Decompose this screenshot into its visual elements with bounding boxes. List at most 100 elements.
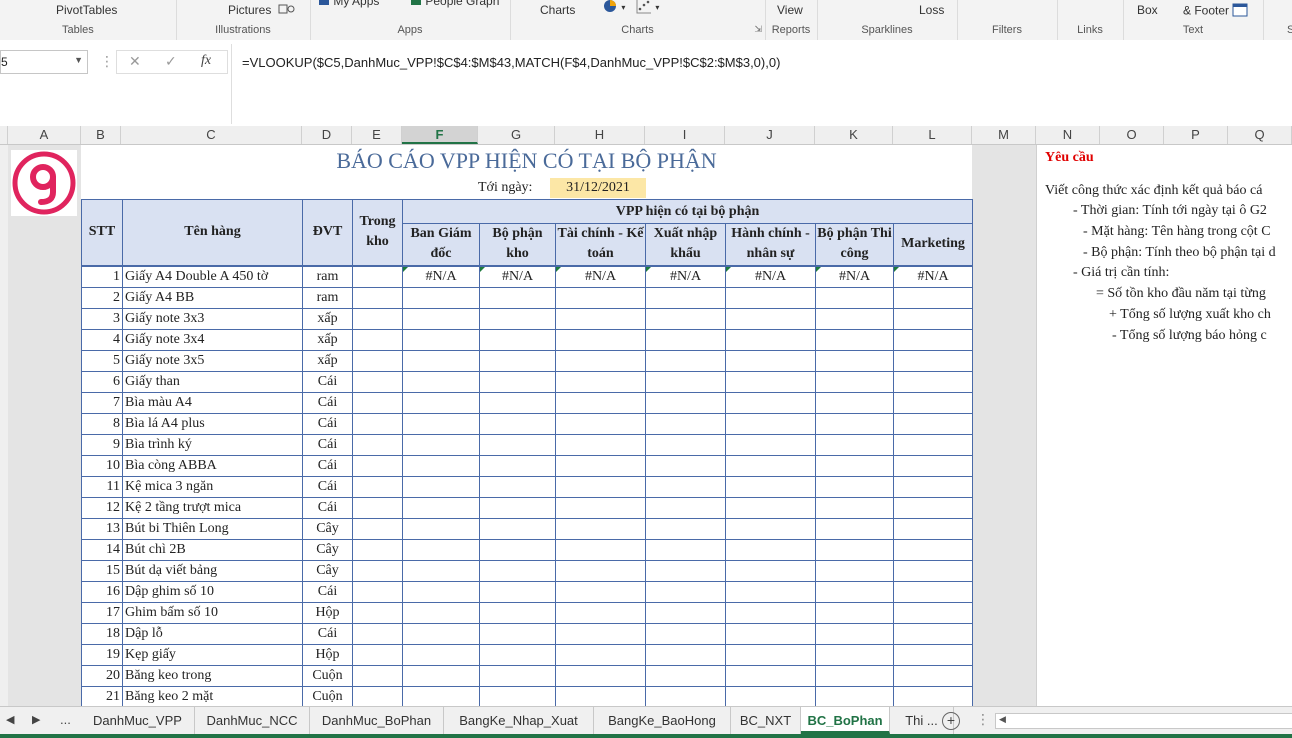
- cell-item-name[interactable]: Kẹp giấy: [122, 643, 303, 666]
- cell-unit[interactable]: xấp: [302, 349, 353, 372]
- cell-stt[interactable]: 12: [81, 496, 123, 519]
- cell-stt[interactable]: 20: [81, 664, 123, 687]
- cell-stt[interactable]: 15: [81, 559, 123, 582]
- sheet-tab[interactable]: BangKe_BaoHong: [594, 707, 731, 734]
- cell-department-value[interactable]: [402, 454, 480, 477]
- cell-department-value[interactable]: #N/A: [725, 265, 816, 288]
- cell-unit[interactable]: Cái: [302, 475, 353, 498]
- cell-department-value[interactable]: [555, 664, 646, 687]
- cell-department-value[interactable]: [479, 580, 556, 603]
- sheet-tab[interactable]: BC_BoPhan: [801, 707, 890, 734]
- cell-department-value[interactable]: [402, 307, 480, 330]
- worksheet[interactable]: BÁO CÁO VPP HIỆN CÓ TẠI BỘ PHẬN Tới ngày…: [8, 145, 1292, 706]
- header-department[interactable]: Bộ phận Thi công: [815, 223, 894, 267]
- cell-department-value[interactable]: [479, 391, 556, 414]
- cell-stock[interactable]: [352, 538, 403, 561]
- cell-department-value[interactable]: [815, 412, 894, 435]
- cell-department-value[interactable]: [479, 454, 556, 477]
- cell-unit[interactable]: Cái: [302, 433, 353, 456]
- cell-department-value[interactable]: [402, 622, 480, 645]
- cell-unit[interactable]: Hộp: [302, 601, 353, 624]
- cell-item-name[interactable]: Ghim bấm số 10: [122, 601, 303, 624]
- cell-department-value[interactable]: [479, 685, 556, 706]
- cell-department-value[interactable]: [725, 370, 816, 393]
- column-header-l[interactable]: L: [893, 126, 972, 144]
- cell-department-value[interactable]: [893, 328, 973, 351]
- cell-department-value[interactable]: [893, 307, 973, 330]
- cell-stt[interactable]: 17: [81, 601, 123, 624]
- cell-unit[interactable]: Cuộn: [302, 664, 353, 687]
- cell-stt[interactable]: 11: [81, 475, 123, 498]
- cell-department-value[interactable]: [815, 349, 894, 372]
- sheet-tab[interactable]: BC_NXT: [731, 707, 801, 734]
- column-header-f[interactable]: F: [402, 126, 478, 144]
- header-name[interactable]: Tên hàng: [122, 199, 303, 267]
- cell-stock[interactable]: [352, 328, 403, 351]
- column-header-b[interactable]: B: [81, 126, 121, 144]
- insert-function-icon[interactable]: fx: [201, 53, 211, 69]
- cell-department-value[interactable]: [645, 517, 726, 540]
- cell-department-value[interactable]: [725, 580, 816, 603]
- cell-department-value[interactable]: [815, 328, 894, 351]
- cell-department-value[interactable]: [555, 475, 646, 498]
- cell-department-value[interactable]: [893, 475, 973, 498]
- cell-stock[interactable]: [352, 391, 403, 414]
- cell-stt[interactable]: 8: [81, 412, 123, 435]
- cell-department-value[interactable]: [555, 370, 646, 393]
- cell-stock[interactable]: [352, 580, 403, 603]
- cell-department-value[interactable]: [815, 454, 894, 477]
- cell-item-name[interactable]: Giấy than: [122, 370, 303, 393]
- cell-department-value[interactable]: [725, 475, 816, 498]
- cell-department-value[interactable]: [555, 517, 646, 540]
- cell-department-value[interactable]: #N/A: [479, 265, 556, 288]
- cell-department-value[interactable]: [555, 622, 646, 645]
- sheet-tab[interactable]: BangKe_Nhap_Xuat: [444, 707, 594, 734]
- cell-stock[interactable]: [352, 454, 403, 477]
- cell-department-value[interactable]: [555, 307, 646, 330]
- cell-department-value[interactable]: [402, 538, 480, 561]
- cell-department-value[interactable]: [893, 643, 973, 666]
- cell-department-value[interactable]: [893, 496, 973, 519]
- cell-department-value[interactable]: [479, 286, 556, 309]
- column-header-o[interactable]: O: [1100, 126, 1164, 144]
- cell-department-value[interactable]: [725, 454, 816, 477]
- cell-department-value[interactable]: [725, 643, 816, 666]
- cell-unit[interactable]: Cây: [302, 538, 353, 561]
- cell-item-name[interactable]: Dập lỗ: [122, 622, 303, 645]
- cell-department-value[interactable]: [725, 685, 816, 706]
- cell-unit[interactable]: Cái: [302, 412, 353, 435]
- cell-department-value[interactable]: [479, 559, 556, 582]
- cell-department-value[interactable]: [645, 370, 726, 393]
- cell-stock[interactable]: [352, 475, 403, 498]
- cell-department-value[interactable]: [645, 454, 726, 477]
- cell-department-value[interactable]: [893, 622, 973, 645]
- cell-department-value[interactable]: [479, 475, 556, 498]
- scatter-chart-button[interactable]: ▾: [636, 0, 765, 17]
- column-header-n[interactable]: N: [1036, 126, 1100, 144]
- cell-item-name[interactable]: Bìa còng ABBA: [122, 454, 303, 477]
- cell-department-value[interactable]: [555, 496, 646, 519]
- cell-stock[interactable]: [352, 412, 403, 435]
- cell-department-value[interactable]: [555, 538, 646, 561]
- cell-department-value[interactable]: [555, 601, 646, 624]
- cell-stt[interactable]: 21: [81, 685, 123, 706]
- cell-department-value[interactable]: [402, 349, 480, 372]
- cell-department-value[interactable]: [479, 664, 556, 687]
- column-header-m[interactable]: M: [972, 126, 1036, 144]
- cell-department-value[interactable]: [402, 517, 480, 540]
- add-sheet-icon[interactable]: +: [942, 712, 960, 730]
- cell-unit[interactable]: xấp: [302, 307, 353, 330]
- cell-unit[interactable]: Cây: [302, 559, 353, 582]
- error-indicator-icon[interactable]: [816, 266, 821, 272]
- cell-department-value[interactable]: [815, 433, 894, 456]
- cell-stock[interactable]: [352, 517, 403, 540]
- cell-department-value[interactable]: [815, 685, 894, 706]
- cell-department-value[interactable]: [725, 328, 816, 351]
- cell-department-value[interactable]: [725, 496, 816, 519]
- horizontal-scrollbar[interactable]: ◀: [995, 713, 1292, 729]
- cell-department-value[interactable]: [555, 580, 646, 603]
- cell-department-value[interactable]: [555, 286, 646, 309]
- cell-department-value[interactable]: [815, 643, 894, 666]
- people-graph-button[interactable]: People Graph: [410, 0, 510, 9]
- sheet-tab[interactable]: DanhMuc_BoPhan: [310, 707, 444, 734]
